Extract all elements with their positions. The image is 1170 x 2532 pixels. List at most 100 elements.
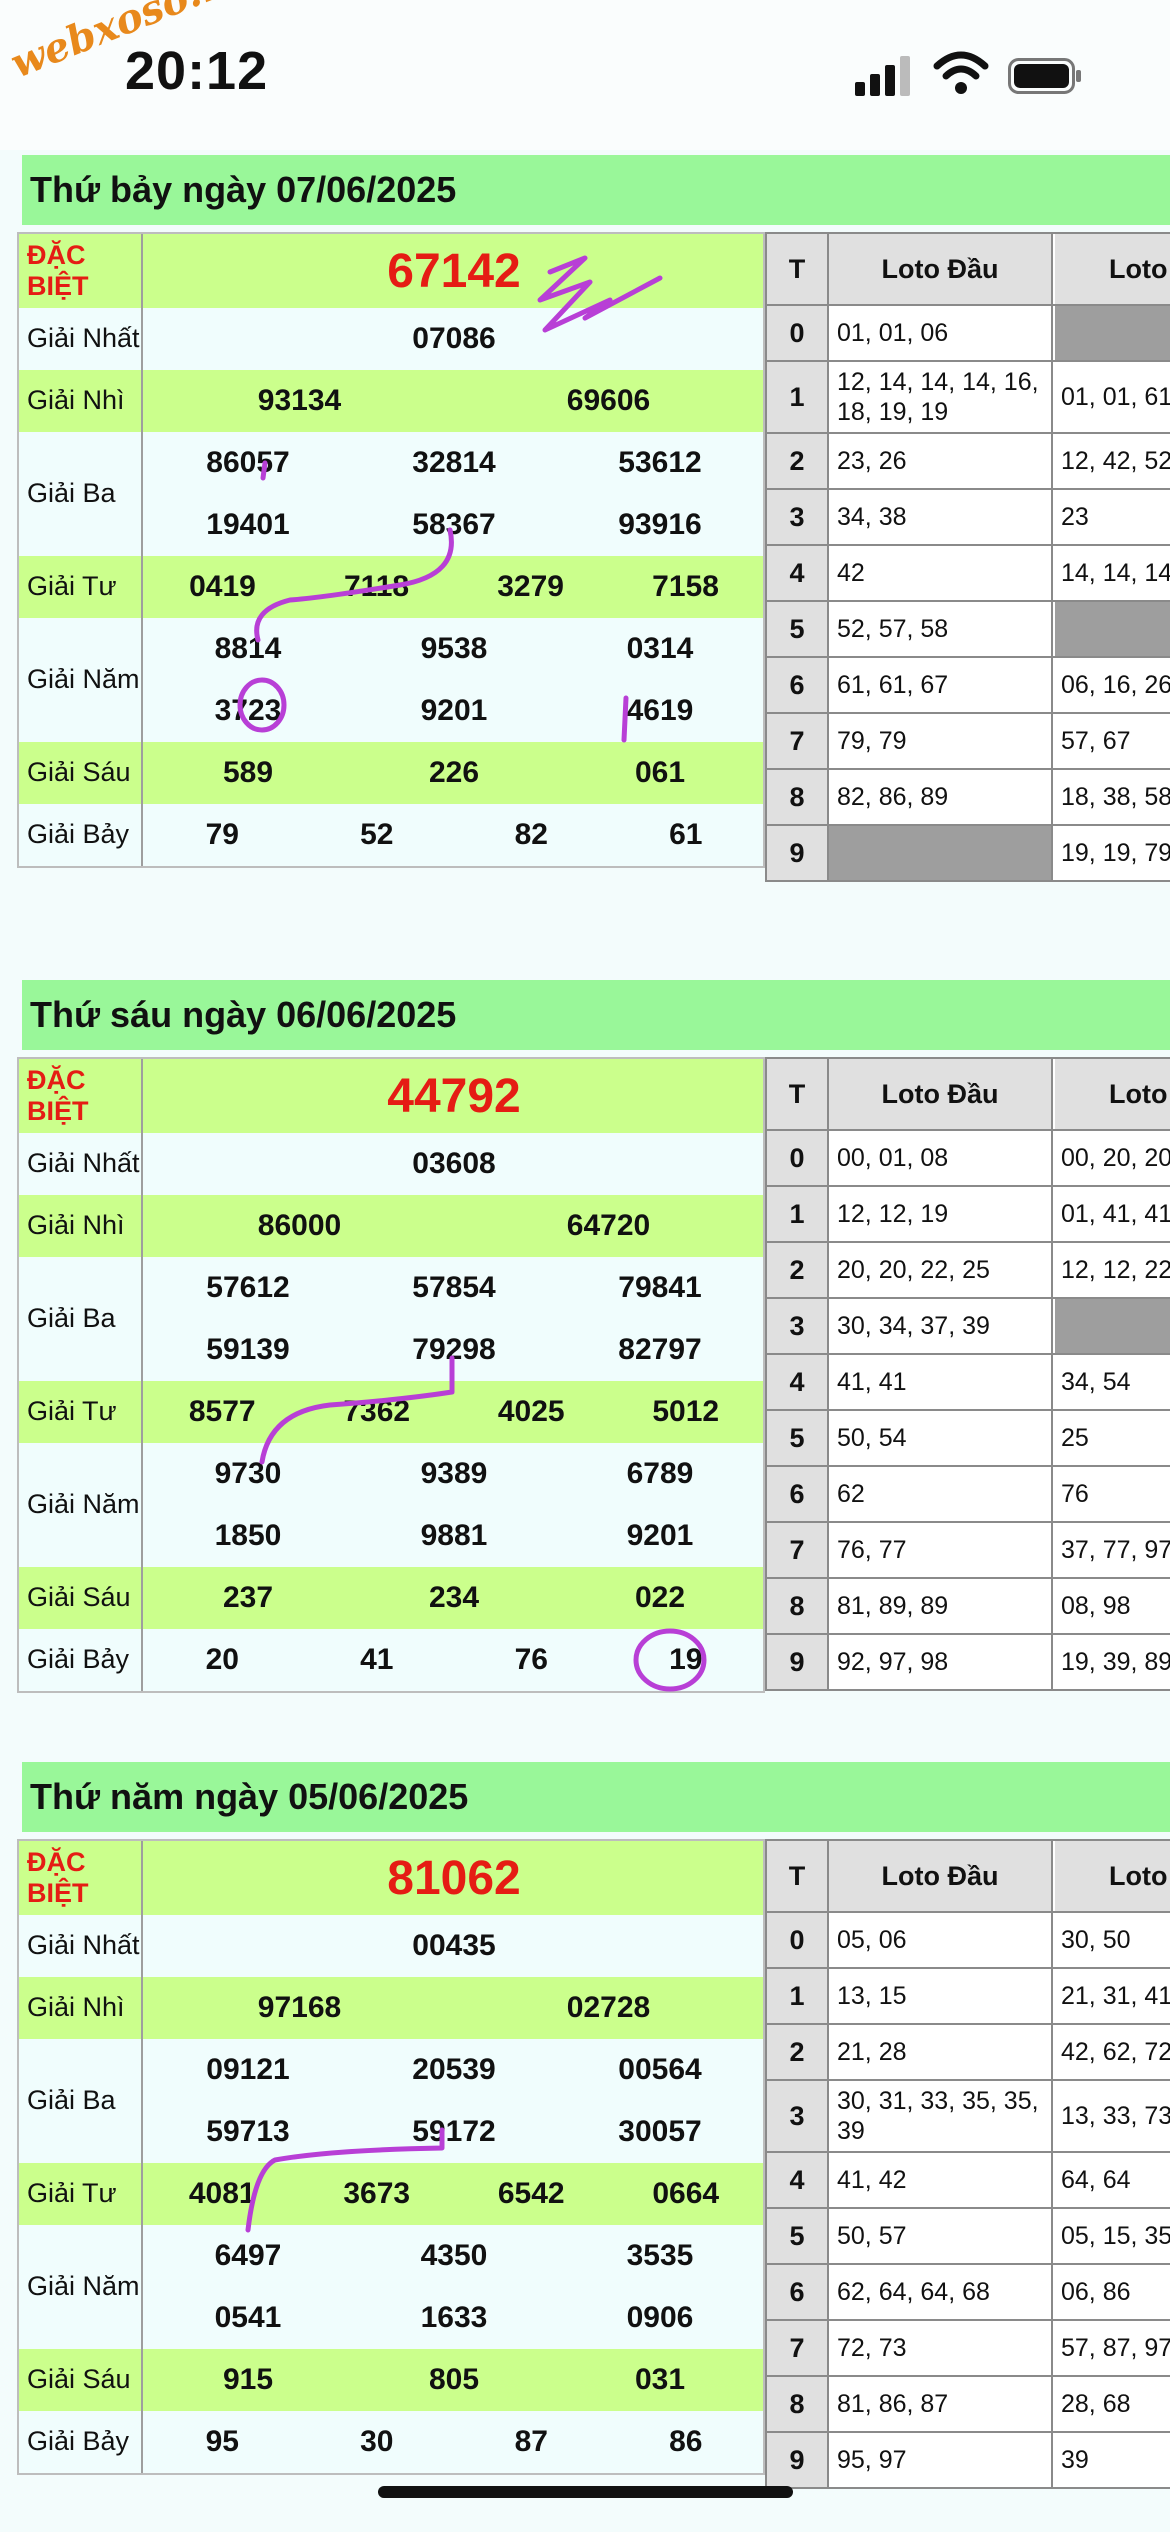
prize-label: Giải Năm xyxy=(19,1443,143,1567)
loto-digit: 9 xyxy=(767,1635,829,1689)
loto-row: 4 41, 41 34, 54 xyxy=(767,1355,1170,1411)
prize-values: 95 30 87 86 xyxy=(145,2411,763,2473)
loto-digit: 5 xyxy=(767,1411,829,1465)
prize-number: 20 xyxy=(205,1643,239,1676)
loto-header-row: T Loto Đầu Loto xyxy=(767,234,1170,306)
loto-digit: 8 xyxy=(767,2377,829,2431)
loto-digit: 4 xyxy=(767,2153,829,2207)
prize-values: 57612 57854 79841 xyxy=(145,1257,763,1319)
loto-duoi-cell: 19, 19, 79 xyxy=(1061,838,1170,867)
prize-values: 0541 1633 0906 xyxy=(145,2287,763,2349)
prize-number: 6789 xyxy=(626,1457,694,1490)
prize-number: 234 xyxy=(428,1581,480,1614)
loto-row: 7 79, 79 57, 67 xyxy=(767,714,1170,770)
loto-dau-cell: 92, 97, 98 xyxy=(829,1635,1053,1689)
prize-label: Giải Sáu xyxy=(19,2349,143,2411)
loto-dau-cell: 81, 89, 89 xyxy=(829,1579,1053,1633)
loto-digit: 5 xyxy=(767,602,829,656)
loto-row: 9 95, 97 39 xyxy=(767,2433,1170,2489)
loto-digit: 1 xyxy=(767,1969,829,2023)
prize-number: 00564 xyxy=(618,2053,702,2086)
prize-label: Giải Ba xyxy=(19,432,143,556)
prize-row-fourth: Giải Tư 0419 7118 3279 7158 xyxy=(19,556,763,618)
prize-label: Giải Bảy xyxy=(19,2411,143,2473)
prize-values: 6497 4350 3535 xyxy=(145,2225,763,2287)
loto-header-row: T Loto Đầu Loto xyxy=(767,1841,1170,1913)
prize-number: 53612 xyxy=(618,446,702,479)
loto-row: 8 81, 89, 89 08, 98 xyxy=(767,1579,1170,1635)
loto-dau-cell: 61, 61, 67 xyxy=(829,658,1053,712)
section-title[interactable]: Thứ sáu ngày 06/06/2025 xyxy=(22,980,1170,1050)
prize-label: Giải Năm xyxy=(19,2225,143,2349)
prize-number: 20539 xyxy=(412,2053,496,2086)
loto-digit: 3 xyxy=(767,490,829,544)
loto-row: 9 19, 19, 79 xyxy=(767,826,1170,882)
loto-dau-cell: 21, 28 xyxy=(829,2025,1053,2079)
loto-digit: 9 xyxy=(767,826,829,880)
loto-dau-cell: 12, 12, 19 xyxy=(829,1187,1053,1241)
prize-label: ĐẶC BIỆT xyxy=(19,234,143,308)
prize-number: 07086 xyxy=(412,322,496,355)
loto-dau-cell: 50, 54 xyxy=(829,1411,1053,1465)
loto-digit: 3 xyxy=(767,2081,829,2151)
prize-number: 022 xyxy=(634,1581,686,1614)
loto-digit: 6 xyxy=(767,1467,829,1521)
prize-number: 82797 xyxy=(618,1333,702,1366)
prize-number: 9538 xyxy=(420,632,488,665)
prize-label: Giải Ba xyxy=(19,2039,143,2163)
prize-number: 3723 xyxy=(214,694,282,727)
loto-dau-cell: 52, 57, 58 xyxy=(829,602,1053,656)
loto-duoi-cell: 25 xyxy=(1061,1423,1089,1452)
loto-dau-cell: 41, 42 xyxy=(829,2153,1053,2207)
prize-number: 19 xyxy=(669,1643,703,1676)
loto-header-t: T xyxy=(767,234,829,304)
loto-row: 3 30, 31, 33, 35, 35, 39 13, 33, 73 xyxy=(767,2081,1170,2153)
prize-values: 4081 3673 6542 0664 xyxy=(145,2163,763,2225)
prize-row-sixth: Giải Sáu 237 234 022 xyxy=(19,1567,763,1629)
loto-duoi-cell: 30, 50 xyxy=(1061,1925,1131,1954)
loto-digit: 2 xyxy=(767,1243,829,1297)
prize-row-sixth: Giải Sáu 915 805 031 xyxy=(19,2349,763,2411)
loto-duoi-cell: 21, 31, 41 xyxy=(1061,1981,1170,2010)
prize-number: 61 xyxy=(669,818,703,851)
loto-digit: 8 xyxy=(767,1579,829,1633)
loto-digit: 0 xyxy=(767,306,829,360)
loto-row: 1 13, 15 21, 31, 41 xyxy=(767,1969,1170,2025)
home-indicator[interactable] xyxy=(378,2486,793,2498)
prize-values: 03608 xyxy=(145,1133,763,1195)
loto-dau-cell: 41, 41 xyxy=(829,1355,1053,1409)
loto-dau-cell: 23, 26 xyxy=(829,434,1053,488)
loto-dau-cell: 79, 79 xyxy=(829,714,1053,768)
loto-duoi-cell: 12, 12, 22 xyxy=(1061,1255,1170,1284)
prize-values: 8577 7362 4025 5012 xyxy=(145,1381,763,1443)
prize-number: 7158 xyxy=(652,570,719,603)
prize-number: 93134 xyxy=(257,384,342,417)
prize-values: 00435 xyxy=(145,1915,763,1977)
loto-digit: 2 xyxy=(767,2025,829,2079)
loto-dau-cell: 62 xyxy=(829,1467,1053,1521)
prize-number: 4350 xyxy=(420,2239,488,2272)
loto-row: 3 30, 34, 37, 39 xyxy=(767,1299,1170,1355)
prize-row-second: Giải Nhì 86000 64720 xyxy=(19,1195,763,1257)
loto-dau-cell: 42 xyxy=(829,546,1053,600)
loto-row: 9 92, 97, 98 19, 39, 89 xyxy=(767,1635,1170,1691)
prize-values: 9730 9389 6789 xyxy=(145,1443,763,1505)
prize-number: 79841 xyxy=(618,1271,702,1304)
loto-row: 5 52, 57, 58 xyxy=(767,602,1170,658)
prize-number: 8577 xyxy=(188,1395,256,1428)
section-title[interactable]: Thứ bảy ngày 07/06/2025 xyxy=(22,155,1170,225)
loto-duoi-cell: 05, 15, 35 xyxy=(1061,2221,1170,2250)
loto-dau-cell: 82, 86, 89 xyxy=(829,770,1053,824)
prize-row-third: Giải Ba 09121 20539 00564 59713 59172 30057 xyxy=(19,2039,763,2163)
loto-header-row: T Loto Đầu Loto xyxy=(767,1059,1170,1131)
prize-number: 19401 xyxy=(206,508,290,541)
prize-values: 09121 20539 00564 xyxy=(145,2039,763,2101)
section-title[interactable]: Thứ năm ngày 05/06/2025 xyxy=(22,1762,1170,1832)
loto-digit: 1 xyxy=(767,362,829,432)
prize-label: Giải Ba xyxy=(19,1257,143,1381)
prize-number: 59713 xyxy=(206,2115,290,2148)
loto-duoi-cell: 76 xyxy=(1061,1479,1089,1508)
prize-row-special: ĐẶC BIỆT 67142 xyxy=(19,234,763,308)
loto-duoi-cell: 37, 77, 97 xyxy=(1061,1535,1170,1564)
loto-dau-cell: 34, 38 xyxy=(829,490,1053,544)
